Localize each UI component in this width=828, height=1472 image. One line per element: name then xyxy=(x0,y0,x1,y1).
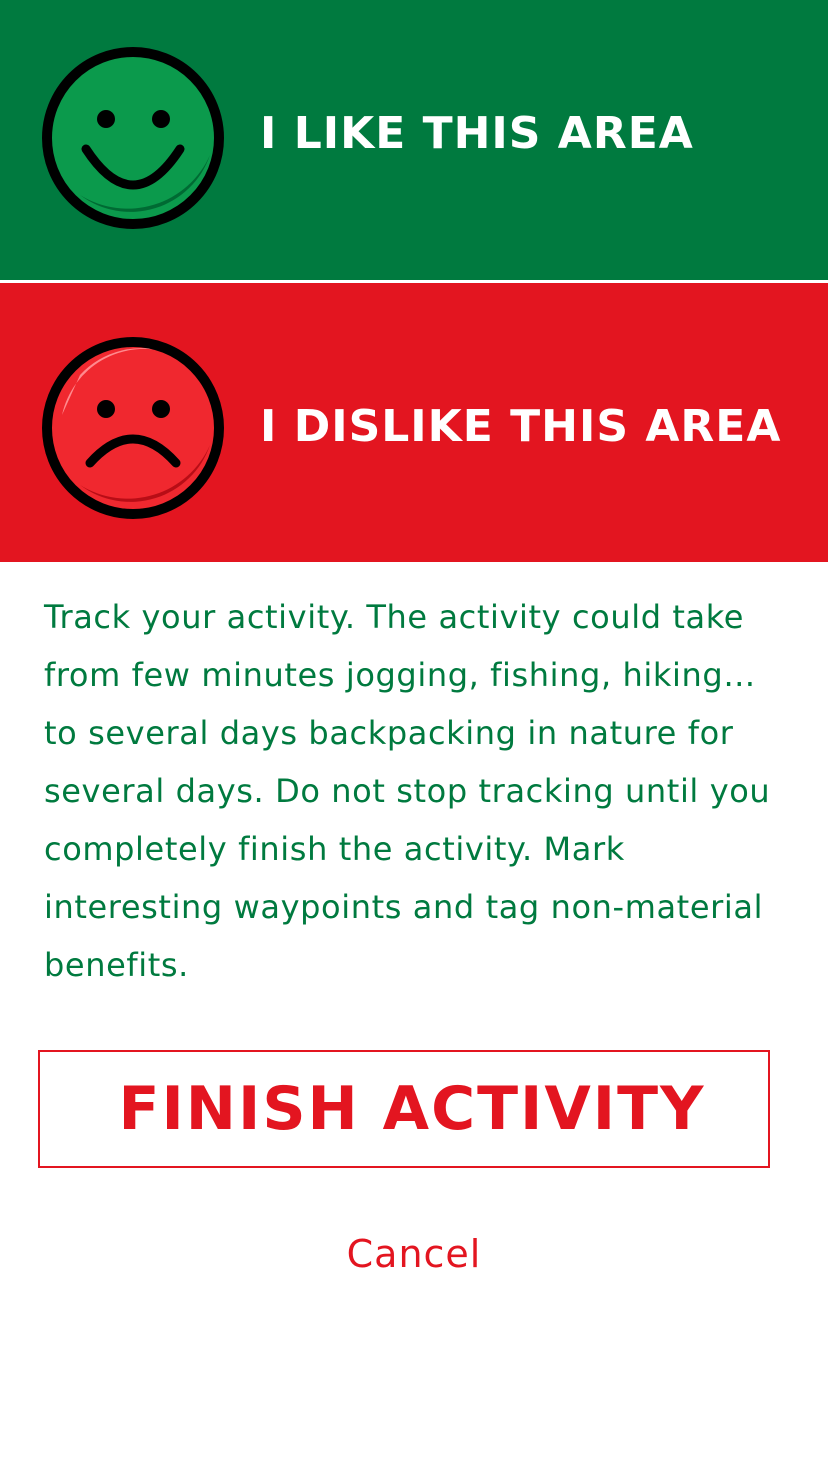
mood-screen: I LIKE THIS AREA I DISLIKE THIS AREA Tra… xyxy=(0,0,828,1472)
dislike-area-label: I DISLIKE THIS AREA xyxy=(260,401,782,452)
smiley-face-icon xyxy=(40,45,226,231)
like-area-button[interactable]: I LIKE THIS AREA xyxy=(0,0,828,280)
sad-face-icon xyxy=(40,335,226,521)
activity-description: Track your activity. The activity could … xyxy=(44,598,771,984)
cancel-button[interactable]: Cancel xyxy=(0,1232,828,1276)
finish-activity-button[interactable]: FINISH ACTIVITY xyxy=(38,1050,770,1168)
like-area-label: I LIKE THIS AREA xyxy=(260,108,694,159)
dislike-area-button[interactable]: I DISLIKE THIS AREA xyxy=(0,283,828,562)
